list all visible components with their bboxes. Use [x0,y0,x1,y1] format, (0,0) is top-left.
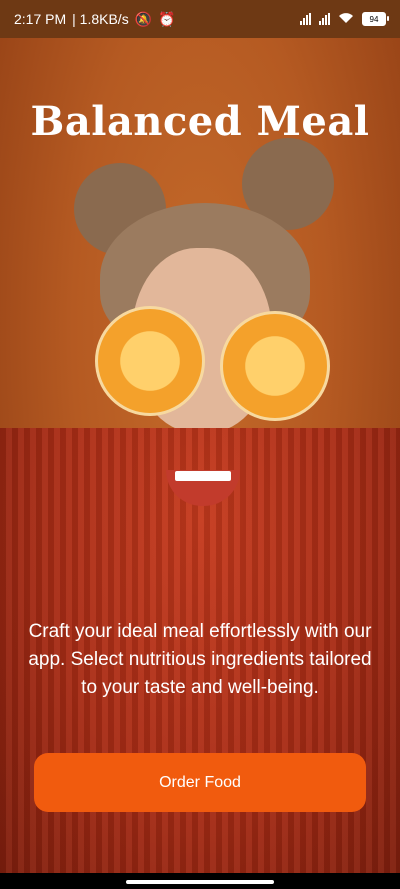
page-title: Balanced Meal [30,98,370,145]
orange-right [220,311,330,421]
signal-icon [300,13,311,25]
status-right: 94 [300,11,389,27]
wifi-icon [338,11,354,27]
mute-bell-icon: 🔕 [134,10,153,27]
alarm-icon: ⏰ [158,10,176,27]
network-speed: | 1.8KB/s [72,11,129,27]
orange-left [95,306,205,416]
clock: 2:17 PM [14,11,67,27]
signal-icon-2 [319,13,330,25]
home-indicator[interactable] [126,880,274,884]
teeth [175,471,231,481]
order-food-button[interactable]: Order Food [34,753,366,812]
battery-icon: 94 [362,12,389,26]
hero-background [0,38,400,873]
status-bar: 2:17 PM | 1.8KB/s 🔕 ⏰ 94 [0,0,400,38]
page-description: Craft your ideal meal effortlessly with … [28,621,372,698]
status-left: 2:17 PM | 1.8KB/s 🔕 ⏰ [14,11,176,28]
